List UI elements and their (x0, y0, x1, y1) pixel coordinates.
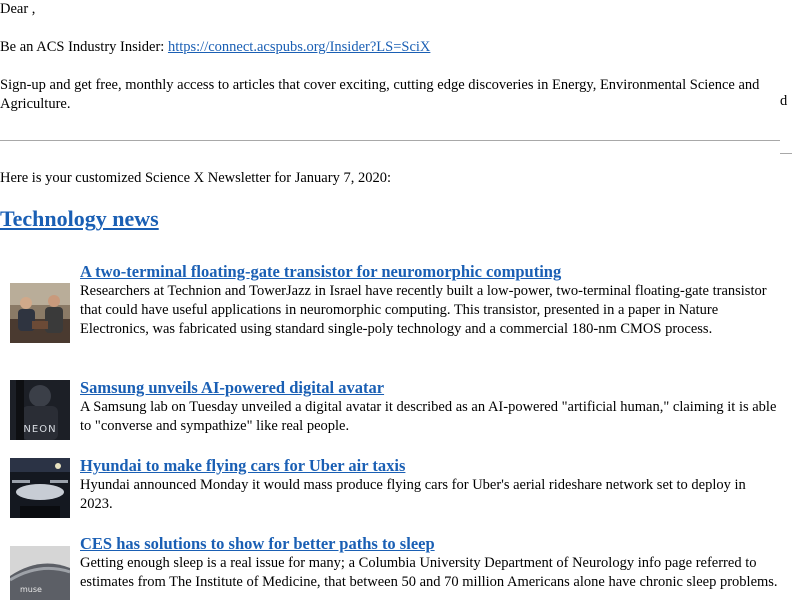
article-summary: Researchers at Technion and TowerJazz in… (80, 283, 767, 338)
article-thumbnail[interactable]: NEON (10, 380, 70, 440)
muse-logo-text: muse (20, 585, 42, 594)
greeting: Dear , (0, 1, 36, 17)
article-summary: Hyundai announced Monday it would mass p… (80, 477, 746, 513)
article-text: CES has solutions to show for better pat… (80, 534, 780, 592)
neon-avatar-photo-icon: NEON (10, 380, 70, 440)
article-summary: A Samsung lab on Tuesday unveiled a digi… (80, 399, 777, 435)
stray-divider (780, 153, 792, 154)
article-title[interactable]: Samsung unveils AI-powered digital avata… (80, 378, 780, 398)
article-summary: Getting enough sleep is a real issue for… (80, 555, 778, 591)
article-thumbnail[interactable] (10, 283, 70, 343)
flying-car-photo-icon (10, 458, 70, 518)
insider-prefix: Be an ACS Industry Insider: (0, 39, 168, 55)
article-text: Hyundai to make flying cars for Uber air… (80, 456, 780, 514)
two-researchers-photo-icon (10, 283, 70, 343)
neon-logo-text: NEON (23, 424, 56, 435)
article-title[interactable]: CES has solutions to show for better pat… (80, 534, 780, 554)
signup-text: Sign-up and get free, monthly access to … (0, 77, 760, 112)
article-text: A two-terminal floating-gate transistor … (80, 262, 780, 340)
article-text: Samsung unveils AI-powered digital avata… (80, 378, 780, 436)
article-title[interactable]: A two-terminal floating-gate transistor … (80, 262, 780, 282)
intro-text: Here is your customized Science X Newsle… (0, 170, 391, 186)
article-title[interactable]: Hyundai to make flying cars for Uber air… (80, 456, 780, 476)
stray-character: d (780, 93, 788, 109)
divider (0, 140, 780, 141)
article-thumbnail[interactable]: muse (10, 546, 70, 600)
insider-link[interactable]: https://connect.acspubs.org/Insider?LS=S… (168, 39, 430, 55)
section-title-technology-news[interactable]: Technology news (0, 205, 159, 233)
sleep-device-photo-icon: muse (10, 546, 70, 600)
insider-line: Be an ACS Industry Insider: https://conn… (0, 38, 430, 57)
article-thumbnail[interactable] (10, 458, 70, 518)
